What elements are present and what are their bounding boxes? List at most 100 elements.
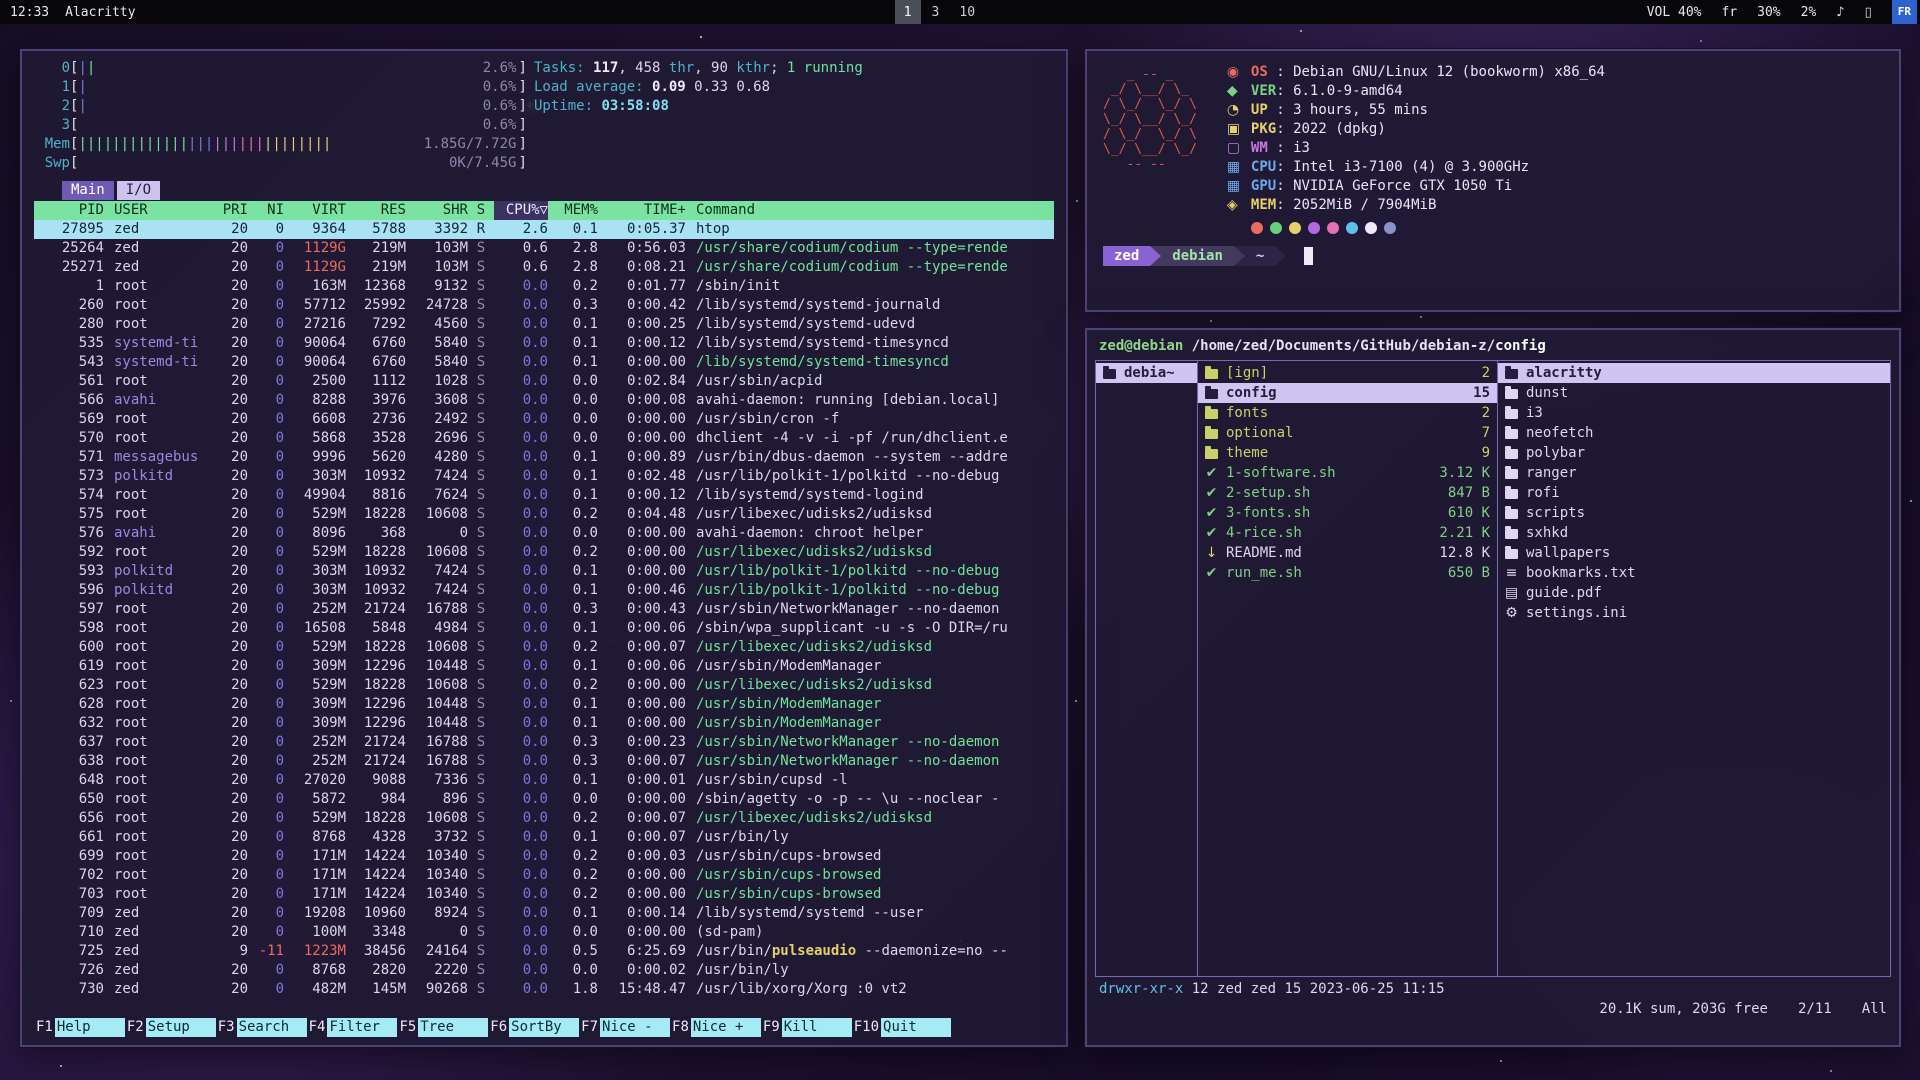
fnkey-F4[interactable]: F4 bbox=[307, 1018, 328, 1037]
fnlabel-F1[interactable]: Help bbox=[55, 1018, 125, 1037]
file-item-1-software.sh[interactable]: ✔1-software.sh3.12 K bbox=[1198, 463, 1497, 483]
htop-tab-Main[interactable]: Main bbox=[62, 181, 114, 200]
process-row-570[interactable]: 570root200586835282696S0.00.00:00.00dhcl… bbox=[34, 429, 1054, 448]
file-item-scripts[interactable]: scripts bbox=[1498, 503, 1890, 523]
process-row-561[interactable]: 561root200250011121028S0.00.00:02.84/usr… bbox=[34, 372, 1054, 391]
battery-icon[interactable]: ▯ bbox=[1865, 5, 1872, 20]
column-header-cpu[interactable]: CPU%▽ bbox=[494, 201, 548, 220]
process-row-726[interactable]: 726zed200876828202220S0.00.00:00.02/usr/… bbox=[34, 961, 1054, 980]
process-row-702[interactable]: 702root200171M1422410340S0.00.20:00.00/u… bbox=[34, 866, 1054, 885]
file-item-3-fonts.sh[interactable]: ✔3-fonts.sh610 K bbox=[1198, 503, 1497, 523]
process-row-260[interactable]: 260root200577122599224728S0.00.30:00.42/… bbox=[34, 296, 1054, 315]
process-row-25271[interactable]: 25271zed2001129G219M103MS0.62.80:08.21/u… bbox=[34, 258, 1054, 277]
fnkey-F1[interactable]: F1 bbox=[34, 1018, 55, 1037]
process-row-571[interactable]: 571messagebus200999656204280S0.00.10:00.… bbox=[34, 448, 1054, 467]
process-row-730[interactable]: 730zed200482M145M90268S0.01.815:48.47/us… bbox=[34, 980, 1054, 999]
process-row-598[interactable]: 598root2001650858484984S0.00.10:00.06/sb… bbox=[34, 619, 1054, 638]
process-row-628[interactable]: 628root200309M1229610448S0.00.10:00.00/u… bbox=[34, 695, 1054, 714]
column-header-time[interactable]: TIME+ bbox=[598, 201, 686, 220]
fnkey-F7[interactable]: F7 bbox=[579, 1018, 600, 1037]
file-item-settings.ini[interactable]: ⚙settings.ini bbox=[1498, 603, 1890, 623]
file-item-dunst[interactable]: dunst bbox=[1498, 383, 1890, 403]
process-row-574[interactable]: 574root2004990488167624S0.00.10:00.12/li… bbox=[34, 486, 1054, 505]
column-header-s[interactable]: S bbox=[468, 201, 494, 220]
process-row-592[interactable]: 592root200529M1822810608S0.00.20:00.00/u… bbox=[34, 543, 1054, 562]
fnkey-F10[interactable]: F10 bbox=[852, 1018, 881, 1037]
process-row-661[interactable]: 661root200876843283732S0.00.10:00.07/usr… bbox=[34, 828, 1054, 847]
process-row-569[interactable]: 569root200660827362492S0.00.00:00.00/usr… bbox=[34, 410, 1054, 429]
process-row-710[interactable]: 710zed200100M33480S0.00.00:00.00(sd-pam) bbox=[34, 923, 1054, 942]
fnkey-F3[interactable]: F3 bbox=[216, 1018, 237, 1037]
fnkey-F9[interactable]: F9 bbox=[761, 1018, 782, 1037]
fnlabel-F4[interactable]: Filter bbox=[327, 1018, 397, 1037]
process-row-566[interactable]: 566avahi200828839763608S0.00.00:00.08ava… bbox=[34, 391, 1054, 410]
column-header-user[interactable]: USER bbox=[104, 201, 208, 220]
process-row-1[interactable]: 1root200163M123689132S0.00.20:01.77/sbin… bbox=[34, 277, 1054, 296]
fnkey-F5[interactable]: F5 bbox=[397, 1018, 418, 1037]
column-header-virt[interactable]: VIRT bbox=[284, 201, 346, 220]
process-row-27895[interactable]: 27895zed200936457883392R2.60.10:05.37hto… bbox=[34, 220, 1054, 239]
file-item-README.md[interactable]: ↓README.md12.8 K bbox=[1198, 543, 1497, 563]
process-row-25264[interactable]: 25264zed2001129G219M103MS0.62.80:56.03/u… bbox=[34, 239, 1054, 258]
process-row-543[interactable]: 543systemd-ti2009006467605840S0.00.10:00… bbox=[34, 353, 1054, 372]
process-row-709[interactable]: 709zed20019208109608924S0.00.10:00.14/li… bbox=[34, 904, 1054, 923]
file-item-debia~[interactable]: debia~ bbox=[1096, 363, 1197, 383]
process-row-535[interactable]: 535systemd-ti2009006467605840S0.00.10:00… bbox=[34, 334, 1054, 353]
fnlabel-F10[interactable]: Quit bbox=[881, 1018, 951, 1037]
fnkey-F2[interactable]: F2 bbox=[125, 1018, 146, 1037]
column-header-shr[interactable]: SHR bbox=[406, 201, 468, 220]
process-row-703[interactable]: 703root200171M1422410340S0.00.20:00.00/u… bbox=[34, 885, 1054, 904]
process-row-596[interactable]: 596polkitd200303M109327424S0.00.10:00.46… bbox=[34, 581, 1054, 600]
column-header-ni[interactable]: NI bbox=[248, 201, 284, 220]
process-row-600[interactable]: 600root200529M1822810608S0.00.20:00.07/u… bbox=[34, 638, 1054, 657]
column-header-cmd[interactable]: Command bbox=[686, 201, 1054, 220]
file-item-config[interactable]: config15 bbox=[1198, 383, 1497, 403]
file-item-polybar[interactable]: polybar bbox=[1498, 443, 1890, 463]
keyboard-layout-badge[interactable]: FR bbox=[1892, 0, 1917, 24]
fnlabel-F3[interactable]: Search bbox=[237, 1018, 307, 1037]
process-row-725[interactable]: 725zed9-111223M3845624164S0.00.56:25.69/… bbox=[34, 942, 1054, 961]
process-row-619[interactable]: 619root200309M1229610448S0.00.10:00.06/u… bbox=[34, 657, 1054, 676]
fnlabel-F2[interactable]: Setup bbox=[146, 1018, 216, 1037]
file-item-[ign][interactable]: [ign]2 bbox=[1198, 363, 1497, 383]
htop-tab-I/O[interactable]: I/O bbox=[117, 181, 160, 200]
fnlabel-F6[interactable]: SortBy bbox=[509, 1018, 579, 1037]
process-row-280[interactable]: 280root2002721672924560S0.00.10:00.25/li… bbox=[34, 315, 1054, 334]
process-row-638[interactable]: 638root200252M2172416788S0.00.30:00.07/u… bbox=[34, 752, 1054, 771]
process-row-632[interactable]: 632root200309M1229610448S0.00.10:00.00/u… bbox=[34, 714, 1054, 733]
workspace-button-1[interactable]: 1 bbox=[895, 0, 921, 24]
file-item-wallpapers[interactable]: wallpapers bbox=[1498, 543, 1890, 563]
fnlabel-F7[interactable]: Nice - bbox=[600, 1018, 670, 1037]
file-item-bookmarks.txt[interactable]: ≡bookmarks.txt bbox=[1498, 563, 1890, 583]
process-row-597[interactable]: 597root200252M2172416788S0.00.30:00.43/u… bbox=[34, 600, 1054, 619]
process-row-573[interactable]: 573polkitd200303M109327424S0.00.10:02.48… bbox=[34, 467, 1054, 486]
column-header-pri[interactable]: PRI bbox=[208, 201, 248, 220]
fnkey-F6[interactable]: F6 bbox=[488, 1018, 509, 1037]
workspace-button-3[interactable]: 3 bbox=[923, 0, 949, 24]
file-item-4-rice.sh[interactable]: ✔4-rice.sh2.21 K bbox=[1198, 523, 1497, 543]
process-row-637[interactable]: 637root200252M2172416788S0.00.30:00.23/u… bbox=[34, 733, 1054, 752]
column-header-res[interactable]: RES bbox=[346, 201, 406, 220]
process-row-575[interactable]: 575root200529M1822810608S0.00.20:04.48/u… bbox=[34, 505, 1054, 524]
file-item-alacritty[interactable]: alacritty bbox=[1498, 363, 1890, 383]
file-item-fonts[interactable]: fonts2 bbox=[1198, 403, 1497, 423]
workspace-button-10[interactable]: 10 bbox=[950, 0, 984, 24]
shell-prompt[interactable]: zeddebian~ bbox=[1103, 246, 1883, 266]
process-row-656[interactable]: 656root200529M1822810608S0.00.20:00.07/u… bbox=[34, 809, 1054, 828]
volume-icon[interactable]: ♪ bbox=[1836, 5, 1844, 20]
column-header-mem[interactable]: MEM% bbox=[548, 201, 598, 220]
process-row-623[interactable]: 623root200529M1822810608S0.00.20:00.00/u… bbox=[34, 676, 1054, 695]
file-item-sxhkd[interactable]: sxhkd bbox=[1498, 523, 1890, 543]
fnlabel-F8[interactable]: Nice + bbox=[691, 1018, 761, 1037]
file-item-guide.pdf[interactable]: ▤guide.pdf bbox=[1498, 583, 1890, 603]
process-row-699[interactable]: 699root200171M1422410340S0.00.20:00.03/u… bbox=[34, 847, 1054, 866]
fnkey-F8[interactable]: F8 bbox=[670, 1018, 691, 1037]
file-item-i3[interactable]: i3 bbox=[1498, 403, 1890, 423]
file-item-ranger[interactable]: ranger bbox=[1498, 463, 1890, 483]
process-row-593[interactable]: 593polkitd200303M109327424S0.00.10:00.00… bbox=[34, 562, 1054, 581]
file-item-rofi[interactable]: rofi bbox=[1498, 483, 1890, 503]
process-row-648[interactable]: 648root2002702090887336S0.00.10:00.01/us… bbox=[34, 771, 1054, 790]
process-row-650[interactable]: 650root2005872984896S0.00.00:00.00/sbin/… bbox=[34, 790, 1054, 809]
file-item-optional[interactable]: optional7 bbox=[1198, 423, 1497, 443]
fnlabel-F5[interactable]: Tree bbox=[418, 1018, 488, 1037]
